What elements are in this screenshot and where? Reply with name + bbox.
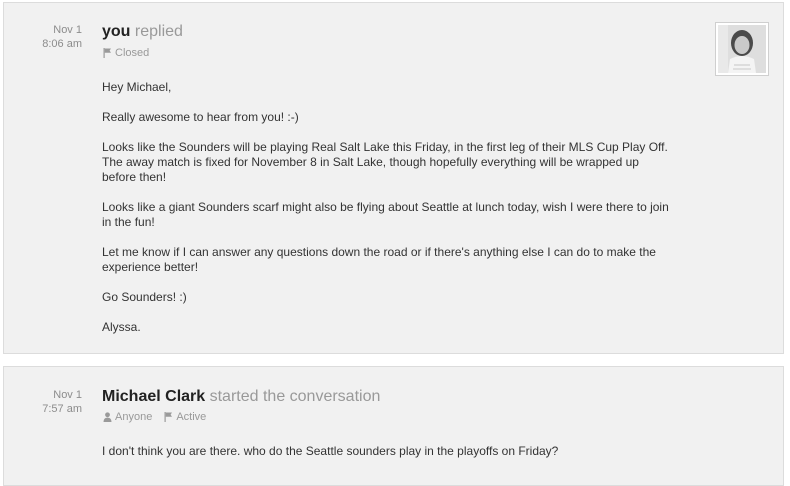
message-date: Nov 1 (53, 389, 82, 401)
message-paragraph: Let me know if I can answer any question… (102, 245, 656, 274)
flag-icon (103, 48, 111, 58)
avatar (715, 22, 769, 76)
message-header: Michael Clark started the conversation (102, 387, 380, 407)
message-meta: Anyone Active (103, 410, 206, 424)
assignee-badge[interactable]: Anyone (103, 410, 152, 424)
status-badge[interactable]: Active (164, 410, 206, 424)
message-meta: Closed (103, 46, 149, 60)
message-timestamp: Nov 1 8:06 am (4, 23, 82, 51)
message-card-original: Nov 1 7:57 am Michael Clark started the … (3, 366, 784, 486)
status-label: Closed (115, 47, 150, 59)
message-author[interactable]: Michael Clark (102, 388, 205, 405)
message-paragraph: Go Sounders! :) (102, 290, 187, 304)
message-paragraph: Looks like a giant Sounders scarf might … (102, 200, 669, 229)
message-card-reply: Nov 1 8:06 am you replied Closed Hey Mic… (3, 2, 784, 354)
message-timestamp: Nov 1 7:57 am (4, 388, 82, 416)
message-header: you replied (102, 22, 183, 42)
message-action: replied (134, 23, 183, 40)
message-paragraph: Really awesome to hear from you! :-) (102, 110, 299, 124)
message-author[interactable]: you (102, 23, 130, 40)
message-paragraph: Hey Michael, (102, 80, 172, 94)
message-date: Nov 1 (53, 24, 82, 36)
message-paragraph: I don't think you are there. who do the … (102, 444, 559, 458)
status-label: Active (176, 411, 207, 423)
message-time: 7:57 am (42, 403, 82, 415)
message-time: 8:06 am (42, 38, 82, 50)
message-action: started the conversation (209, 388, 381, 405)
message-body: Hey Michael, Really awesome to hear from… (102, 80, 672, 350)
message-body: I don't think you are there. who do the … (102, 444, 672, 474)
flag-icon (164, 412, 173, 422)
person-icon (103, 412, 112, 422)
message-paragraph: Looks like the Sounders will be playing … (102, 140, 668, 184)
message-paragraph: Alyssa. (102, 320, 141, 334)
user-photo-icon (718, 25, 766, 73)
assignee-label: Anyone (115, 411, 153, 423)
status-badge[interactable]: Closed (103, 46, 149, 60)
